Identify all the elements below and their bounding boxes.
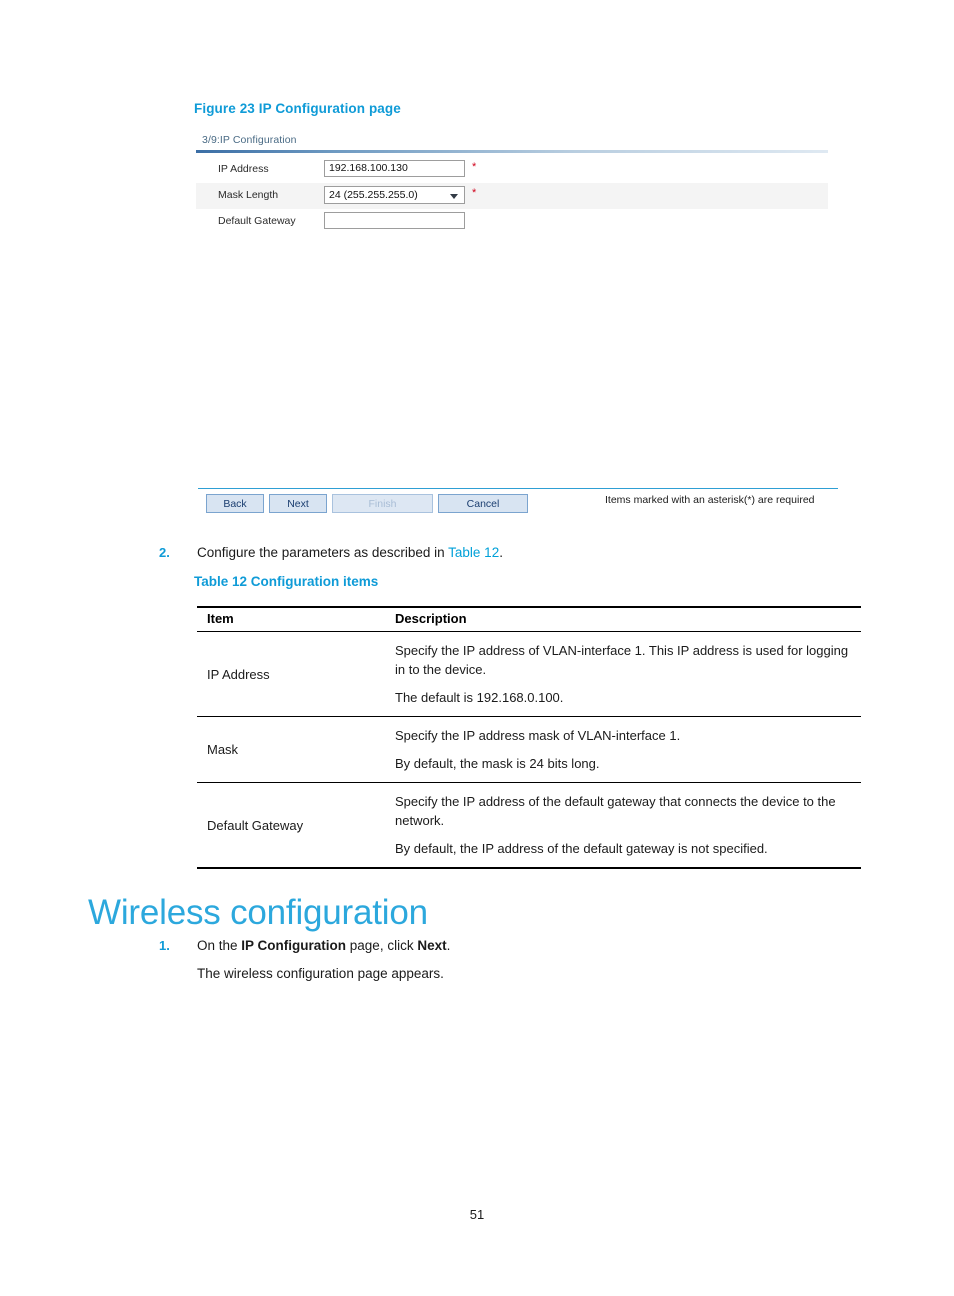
- cancel-button[interactable]: Cancel: [438, 494, 528, 513]
- step-1-bold-next: Next: [417, 938, 447, 953]
- table-row: Mask Specify the IP address mask of VLAN…: [197, 716, 861, 783]
- step-1-number: 1.: [159, 938, 170, 953]
- mask-length-select[interactable]: 24 (255.255.255.0): [324, 186, 465, 204]
- step-1-text-part-2: page, click: [346, 938, 418, 953]
- form-row-mask-length: Mask Length 24 (255.255.255.0) *: [196, 183, 828, 209]
- table-cell-description: Specify the IP address mask of VLAN-inte…: [385, 716, 861, 783]
- table-row: IP Address Specify the IP address of VLA…: [197, 631, 861, 717]
- mask-length-label: Mask Length: [218, 189, 279, 201]
- form-row-ip-address: IP Address *: [196, 157, 828, 183]
- form-row-default-gateway: Default Gateway: [196, 209, 828, 235]
- step-1-subtext: The wireless configuration page appears.: [197, 966, 444, 981]
- step-2-number: 2.: [159, 545, 170, 560]
- wizard-tab-divider: [196, 150, 828, 153]
- table-cell-item: Mask: [197, 716, 385, 783]
- table-cell-description: Specify the IP address of VLAN-interface…: [385, 631, 861, 717]
- description-paragraph: By default, the mask is 24 bits long.: [395, 756, 600, 771]
- button-bar-divider: [198, 488, 838, 489]
- figure-caption: Figure 23 IP Configuration page: [194, 101, 401, 116]
- description-paragraph: Specify the IP address of the default ga…: [395, 794, 836, 828]
- table-cell-description: Specify the IP address of the default ga…: [385, 782, 861, 869]
- back-button[interactable]: Back: [206, 494, 264, 513]
- step-2-text-before-link: Configure the parameters as described in: [197, 545, 449, 560]
- table-12-cross-reference-link[interactable]: Table 12: [448, 545, 499, 560]
- description-paragraph: By default, the IP address of the defaul…: [395, 841, 768, 856]
- ip-address-label: IP Address: [218, 163, 269, 175]
- ip-configuration-wizard-figure: 3/9:IP Configuration IP Address * Mask L…: [196, 131, 841, 521]
- step-1-text: On the IP Configuration page, click Next…: [197, 936, 450, 983]
- step-1-bold-ip-configuration: IP Configuration: [241, 938, 347, 953]
- page-number: 51: [469, 1207, 485, 1222]
- ip-address-required-asterisk: *: [472, 161, 477, 173]
- table-header-item: Item: [197, 606, 385, 632]
- step-1-text-part-1: On the: [197, 938, 242, 953]
- table-cell-item: IP Address: [197, 631, 385, 717]
- description-paragraph: Specify the IP address mask of VLAN-inte…: [395, 728, 681, 743]
- step-2-text: Configure the parameters as described in…: [197, 543, 503, 562]
- required-fields-note: Items marked with an asterisk(*) are req…: [605, 494, 815, 506]
- configuration-items-table: Item Description IP Address Specify the …: [197, 606, 861, 869]
- step-1-text-part-3: .: [446, 938, 451, 953]
- table-row: Default Gateway Specify the IP address o…: [197, 782, 861, 869]
- mask-length-selected-value: 24 (255.255.255.0): [329, 189, 418, 201]
- table-header-description: Description: [385, 606, 861, 632]
- default-gateway-label: Default Gateway: [218, 215, 296, 227]
- wizard-step-tab-label: 3/9:IP Configuration: [202, 134, 297, 146]
- description-paragraph: Specify the IP address of VLAN-interface…: [395, 643, 849, 677]
- ip-address-input[interactable]: [324, 160, 465, 177]
- table-header-row: Item Description: [197, 606, 861, 632]
- mask-length-required-asterisk: *: [472, 187, 477, 199]
- chevron-down-icon: [450, 194, 458, 199]
- description-paragraph: The default is 192.168.0.100.: [395, 690, 564, 705]
- step-2-text-after-link: .: [499, 545, 503, 560]
- next-button[interactable]: Next: [269, 494, 327, 513]
- default-gateway-input[interactable]: [324, 212, 465, 229]
- page-title: Wireless configuration: [88, 893, 428, 933]
- finish-button: Finish: [332, 494, 433, 513]
- table-cell-item: Default Gateway: [197, 782, 385, 869]
- table-caption: Table 12 Configuration items: [194, 574, 379, 589]
